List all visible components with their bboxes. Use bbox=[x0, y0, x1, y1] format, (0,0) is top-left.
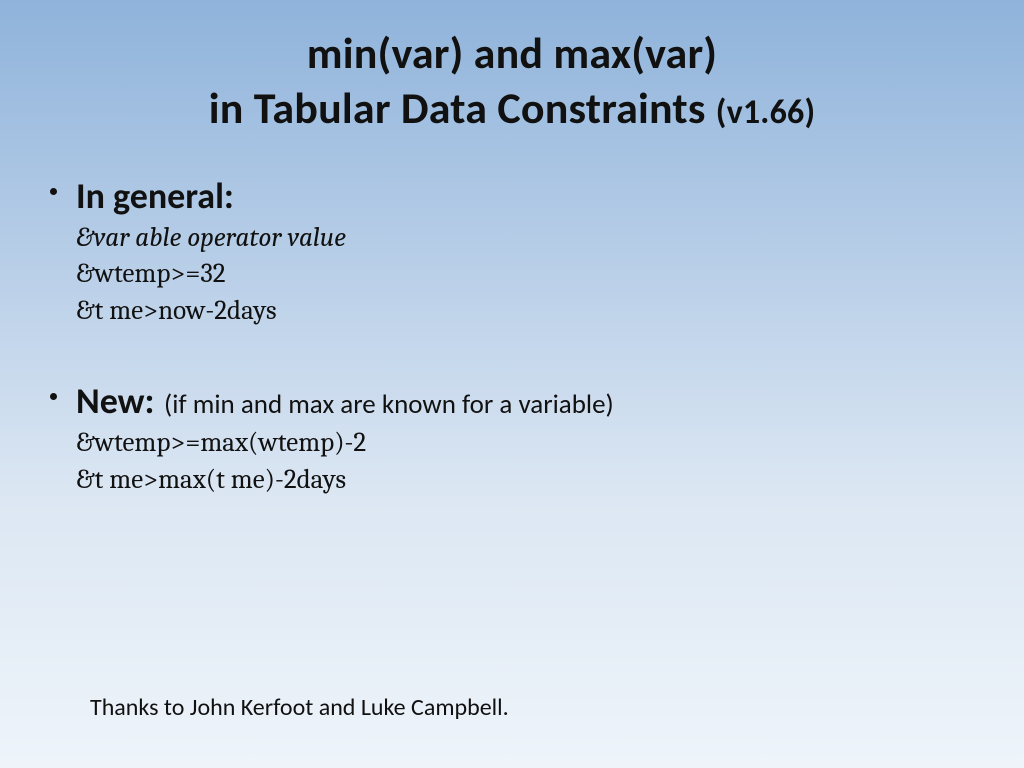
bullet-icon bbox=[50, 188, 57, 195]
footer-credit: Thanks to John Kerfoot and Luke Campbell… bbox=[90, 693, 509, 722]
sub-line: &t me>max(t me)-2days bbox=[76, 462, 984, 498]
title-version: (v1.66) bbox=[716, 92, 815, 133]
sub-line: &wtemp>=max(wtemp)-2 bbox=[76, 425, 984, 461]
title-line-2: in Tabular Data Constraints (v1.66) bbox=[40, 81, 984, 136]
title-line-1: min(var) and max(var) bbox=[40, 26, 984, 81]
sub-line: &var able operator value bbox=[76, 220, 984, 256]
bullet-sublines: &wtemp>=max(wtemp)-2 &t me>max(t me)-2da… bbox=[76, 425, 984, 498]
bullet-sublines: &var able operator value &wtemp>=32 &t m… bbox=[76, 220, 984, 329]
bullet-list: In general: &var able operator value &wt… bbox=[40, 174, 984, 498]
sub-line: &t me>now-2days bbox=[76, 293, 984, 329]
list-item: New: (if min and max are known for a var… bbox=[76, 379, 984, 498]
bullet-lead-note: (if min and max are known for a variable… bbox=[164, 388, 614, 421]
bullet-lead: In general: bbox=[76, 174, 234, 218]
title-main: in Tabular Data Constraints bbox=[209, 81, 706, 135]
slide-title: min(var) and max(var) in Tabular Data Co… bbox=[40, 26, 984, 136]
list-item: In general: &var able operator value &wt… bbox=[76, 174, 984, 329]
bullet-icon bbox=[50, 393, 57, 400]
sub-line: &wtemp>=32 bbox=[76, 256, 984, 292]
bullet-lead: New: bbox=[76, 379, 154, 423]
